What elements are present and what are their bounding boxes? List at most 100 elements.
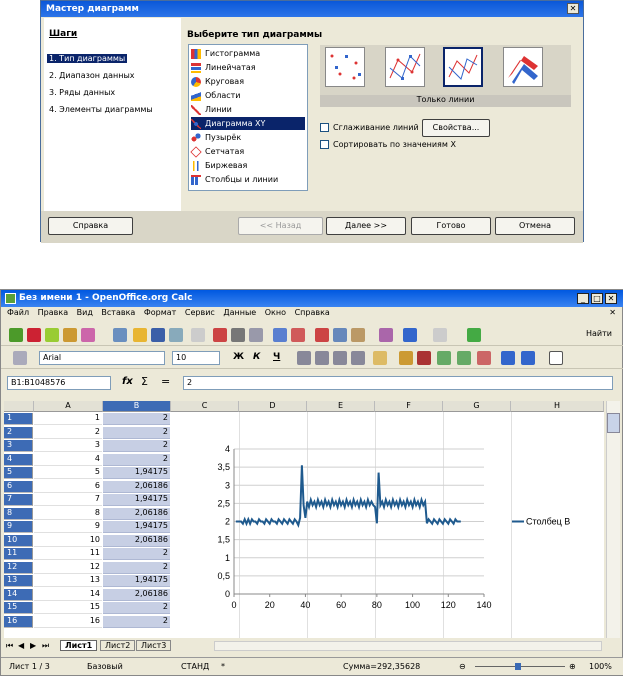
bold-button[interactable]: Ж (233, 352, 244, 362)
cell-a[interactable]: 3 (34, 440, 102, 452)
type-item[interactable]: Линии (191, 103, 305, 116)
cell-a[interactable]: 14 (34, 589, 102, 601)
next-button[interactable]: Далее >> (326, 217, 406, 235)
type-item[interactable]: Биржевая (191, 159, 305, 172)
menu-window[interactable]: Окно (265, 308, 286, 317)
cell-b[interactable]: 1,94175 (103, 521, 170, 533)
row-header[interactable]: 4 (4, 453, 33, 466)
properties-button[interactable]: Свойства... (422, 119, 490, 137)
sheet-tab[interactable]: Лист2 (100, 640, 136, 651)
variant-points-lines[interactable] (385, 47, 425, 87)
macro-icon[interactable] (63, 328, 77, 342)
column-header[interactable]: B (103, 401, 171, 412)
step-item[interactable]: 4. Элементы диаграммы (49, 105, 153, 114)
template-icon[interactable] (27, 328, 41, 342)
save-icon[interactable] (151, 328, 165, 342)
borders-icon[interactable] (549, 351, 563, 365)
step-item[interactable]: 2. Диапазон данных (49, 71, 135, 80)
line-chart[interactable]: 00,511,522,533,540 20 40 60 80 100 120 140Столб… (189, 441, 589, 631)
row-header[interactable]: 12 (4, 561, 33, 574)
row-header[interactable]: 2 (4, 426, 33, 439)
finish-button[interactable]: Готово (411, 217, 491, 235)
cell-b[interactable]: 2 (103, 453, 170, 466)
spellcheck-icon[interactable] (273, 328, 287, 342)
tab-nav-last-icon[interactable]: ⏭ (42, 641, 49, 651)
cell-a[interactable]: 10 (34, 535, 102, 547)
row-header[interactable]: 5 (4, 467, 33, 479)
cell-a[interactable]: 6 (34, 481, 102, 493)
mode-indicator[interactable]: СТАНД (181, 662, 209, 671)
cell-a[interactable]: 11 (34, 548, 102, 560)
cell-a[interactable]: 4 (34, 454, 102, 466)
vertical-scrollbar[interactable] (606, 401, 620, 638)
menu-view[interactable]: Вид (77, 308, 93, 317)
cell-a[interactable]: 9 (34, 521, 102, 533)
new-doc-icon[interactable] (113, 328, 127, 342)
row-header[interactable]: 10 (4, 534, 33, 547)
decrease-indent-icon[interactable] (501, 351, 515, 365)
cell-b[interactable]: 2,06186 (103, 588, 170, 601)
row-header[interactable]: 3 (4, 440, 33, 452)
cell-b[interactable]: 2 (103, 615, 170, 628)
equals-icon[interactable]: = (161, 375, 170, 388)
navigator-icon[interactable] (467, 328, 481, 342)
row-header[interactable]: 7 (4, 494, 33, 506)
type-item[interactable]: Сетчатая (190, 145, 305, 158)
font-size-field[interactable]: 10 (172, 351, 220, 365)
cut-icon[interactable] (315, 328, 329, 342)
cell-a[interactable]: 16 (34, 616, 102, 628)
zoom-in-icon[interactable]: ⊕ (569, 662, 576, 671)
minimize-icon[interactable]: _ (577, 293, 589, 304)
close-icon[interactable]: ✕ (567, 3, 579, 14)
italic-button[interactable]: К (253, 352, 260, 362)
delete-decimal-icon[interactable] (477, 351, 491, 365)
column-header[interactable]: H (511, 401, 604, 412)
formula-input[interactable]: 2 (183, 376, 613, 390)
row-header[interactable]: 14 (4, 588, 33, 601)
row-header[interactable]: 13 (4, 575, 33, 587)
menu-format[interactable]: Формат (144, 308, 176, 317)
print-icon[interactable] (231, 328, 245, 342)
edit-icon[interactable] (191, 328, 205, 342)
column-header[interactable]: F (375, 401, 443, 412)
row-header[interactable]: 8 (4, 507, 33, 520)
cell-b[interactable]: 2 (103, 561, 170, 574)
menu-insert[interactable]: Вставка (101, 308, 135, 317)
row-header[interactable]: 16 (4, 615, 33, 628)
cell-b[interactable]: 2 (103, 548, 170, 560)
row-header[interactable]: 6 (4, 480, 33, 493)
pdf-icon[interactable] (213, 328, 227, 342)
column-header[interactable]: D (239, 401, 307, 412)
type-item[interactable]: Линейчатая (191, 61, 305, 74)
variant-3d-lines[interactable] (503, 47, 543, 87)
undo-icon[interactable] (403, 328, 417, 342)
variant-lines-only[interactable] (443, 47, 483, 87)
number-format-icon[interactable] (437, 351, 451, 365)
increase-indent-icon[interactable] (521, 351, 535, 365)
scroll-thumb[interactable] (607, 413, 620, 433)
cell-a[interactable]: 7 (34, 494, 102, 506)
sheet-tab[interactable]: Лист3 (136, 640, 172, 651)
column-header[interactable]: E (307, 401, 375, 412)
name-box[interactable]: B1:B1048576 (7, 376, 111, 390)
zoom-out-icon[interactable]: ⊖ (459, 662, 466, 671)
cell-a[interactable]: 15 (34, 602, 102, 614)
corner-cell[interactable] (4, 401, 34, 412)
open-icon[interactable] (133, 328, 147, 342)
type-item[interactable]: Круговая (191, 75, 305, 88)
preview-icon[interactable] (249, 328, 263, 342)
cell-b[interactable]: 2,06186 (103, 507, 170, 520)
type-item[interactable]: Диаграмма XY (191, 117, 305, 130)
horizontal-scrollbar[interactable] (214, 641, 602, 651)
cell-a[interactable]: 13 (34, 575, 102, 587)
cell-a[interactable]: 1 (34, 413, 102, 425)
autospell-icon[interactable] (291, 328, 305, 342)
function-wizard-icon[interactable]: fx (122, 376, 133, 387)
format-paint-icon[interactable] (379, 328, 393, 342)
spreadsheet-grid[interactable]: A B C D E F G H 1 1 2 2 2 2 3 3 2 4 4 2 5 5 1,94175 6 6 2… (4, 401, 604, 638)
align-center-icon[interactable] (315, 351, 329, 365)
cell-b[interactable]: 2 (103, 426, 170, 439)
row-header[interactable]: 1 (4, 413, 33, 425)
menu-help[interactable]: Справка (295, 308, 330, 317)
merge-icon[interactable] (373, 351, 387, 365)
